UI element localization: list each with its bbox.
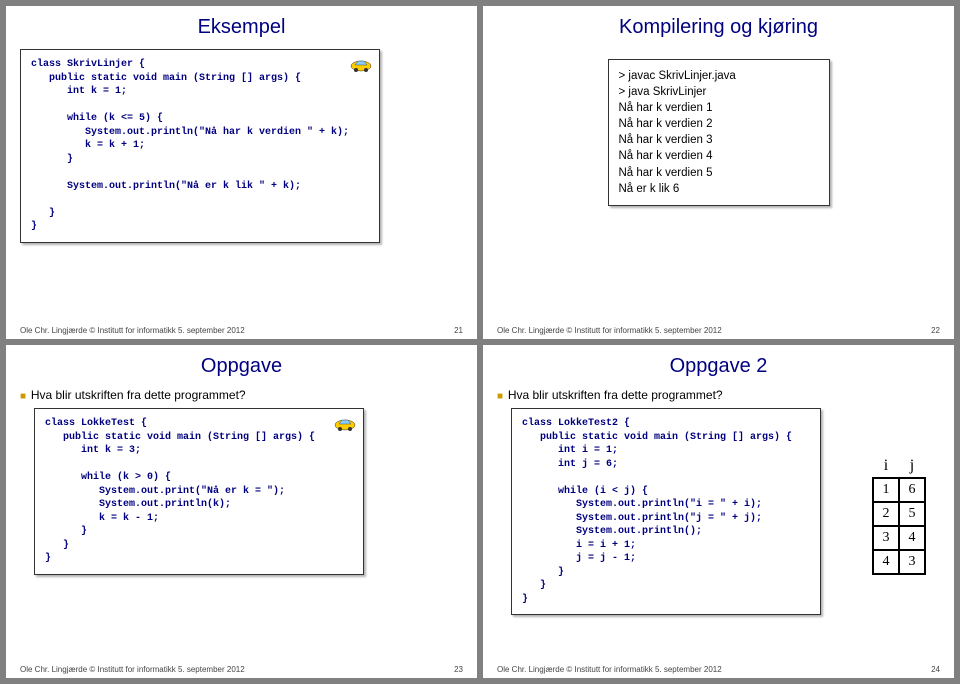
slide-grid: Eksempel class SkrivLinjer { public stat… xyxy=(0,0,960,684)
code-box: class SkrivLinjer { public static void m… xyxy=(20,49,380,243)
page-number: 22 xyxy=(931,326,940,335)
table-row: 1 6 xyxy=(873,478,925,502)
cell: 5 xyxy=(899,502,925,526)
cell: 1 xyxy=(873,478,899,502)
page-number: 24 xyxy=(931,665,940,674)
car-icon xyxy=(333,415,357,433)
footer-left: Ole Chr. Lingjærde © Institutt for infor… xyxy=(497,326,722,335)
table-row: 2 5 xyxy=(873,502,925,526)
slide-2: Kompilering og kjøring > javac SkrivLinj… xyxy=(483,6,954,339)
footer-left: Ole Chr. Lingjærde © Institutt for infor… xyxy=(20,665,245,674)
slide-title: Kompilering og kjøring xyxy=(497,16,940,39)
slide-title: Eksempel xyxy=(20,16,463,39)
slide-4: Oppgave 2 Hva blir utskriften fra dette … xyxy=(483,345,954,678)
table-row: 3 4 xyxy=(873,526,925,550)
slide-footer: Ole Chr. Lingjærde © Institutt for infor… xyxy=(497,326,940,335)
bullet-text: Hva blir utskriften fra dette programmet… xyxy=(497,388,940,402)
bullet-text: Hva blir utskriften fra dette programmet… xyxy=(20,388,463,402)
slide-footer: Ole Chr. Lingjærde © Institutt for infor… xyxy=(20,326,463,335)
cell: 3 xyxy=(899,550,925,574)
table-header-i: i xyxy=(873,455,899,478)
code-box: class LokkeTest2 { public static void ma… xyxy=(511,408,821,615)
cell: 6 xyxy=(899,478,925,502)
slide-title: Oppgave 2 xyxy=(497,355,940,378)
ij-trace-table: i j 1 6 2 5 3 4 4 3 xyxy=(872,455,926,575)
slide-1: Eksempel class SkrivLinjer { public stat… xyxy=(6,6,477,339)
cell: 3 xyxy=(873,526,899,550)
code-content: class SkrivLinjer { public static void m… xyxy=(31,58,369,234)
footer-left: Ole Chr. Lingjærde © Institutt for infor… xyxy=(497,665,722,674)
cell: 4 xyxy=(873,550,899,574)
table-row: 4 3 xyxy=(873,550,925,574)
code-box: class LokkeTest { public static void mai… xyxy=(34,408,364,575)
code-content: class LokkeTest { public static void mai… xyxy=(45,417,353,566)
slide-footer: Ole Chr. Lingjærde © Institutt for infor… xyxy=(497,665,940,674)
slide-footer: Ole Chr. Lingjærde © Institutt for infor… xyxy=(20,665,463,674)
output-box: > javac SkrivLinjer.java > java SkrivLin… xyxy=(608,59,830,206)
page-number: 23 xyxy=(454,665,463,674)
car-icon xyxy=(349,56,373,74)
page-number: 21 xyxy=(454,326,463,335)
slide-3: Oppgave Hva blir utskriften fra dette pr… xyxy=(6,345,477,678)
slide-title: Oppgave xyxy=(20,355,463,378)
cell: 2 xyxy=(873,502,899,526)
footer-left: Ole Chr. Lingjærde © Institutt for infor… xyxy=(20,326,245,335)
table-header-j: j xyxy=(899,455,925,478)
code-content: class LokkeTest2 { public static void ma… xyxy=(522,417,810,606)
cell: 4 xyxy=(899,526,925,550)
